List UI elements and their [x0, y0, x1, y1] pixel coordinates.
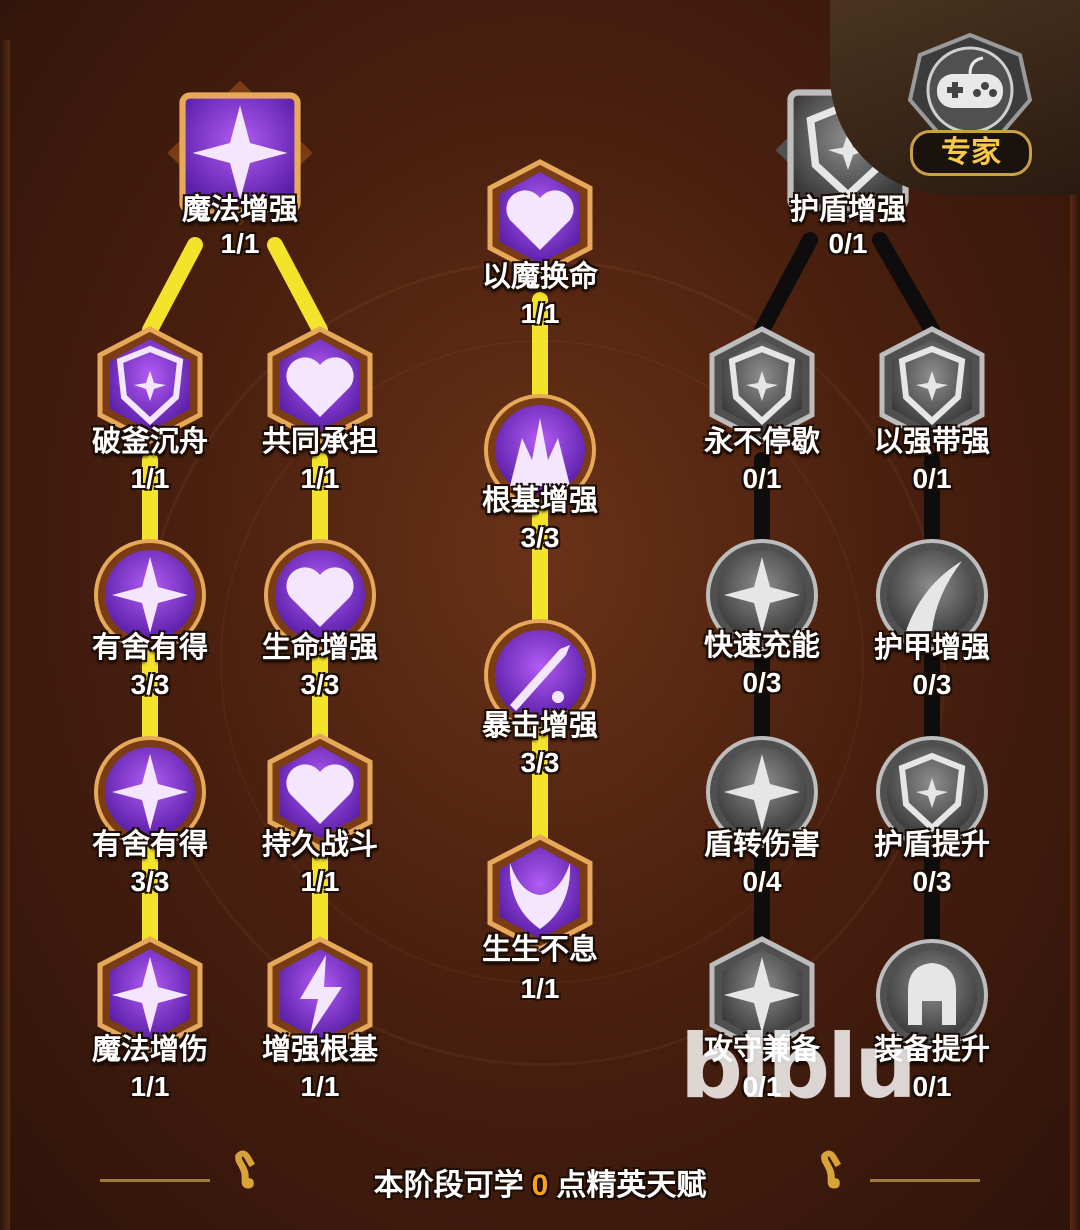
- talent-count: 0/4: [742, 866, 782, 897]
- talent-count: 0/1: [912, 463, 952, 494]
- talent-node-yiqiang-daiqiang[interactable]: 以强带强 0/1: [852, 325, 1012, 515]
- talent-node-genji-zengqiang[interactable]: 根基增强 3/3: [460, 390, 620, 580]
- difficulty-badge[interactable]: 专家: [830, 0, 1080, 195]
- talent-name: 增强根基: [261, 1034, 378, 1066]
- talent-name: 生生不息: [481, 934, 598, 966]
- talent-count: 3/3: [520, 747, 560, 778]
- talent-node-shengming-zengqiang[interactable]: 生命增强 3/3: [240, 535, 400, 725]
- talent-name: 护盾增强: [789, 194, 906, 226]
- talent-count: 1/1: [300, 1071, 340, 1102]
- talent-count: 0/3: [912, 866, 952, 897]
- talent-name: 生命增强: [261, 632, 378, 664]
- talent-count: 1/1: [130, 1071, 170, 1102]
- talent-node-baoji-zengqiang[interactable]: 暴击增强 3/3: [460, 615, 620, 805]
- talent-count: 1/1: [300, 463, 340, 494]
- available-points-text: 本阶段可学 0 点精英天赋: [0, 1160, 1080, 1204]
- talent-count: 3/3: [130, 669, 170, 700]
- talent-name: 共同承担: [261, 426, 378, 458]
- talent-count: 0/3: [912, 669, 952, 700]
- talent-node-pofu-chenzhou[interactable]: 破釜沉舟 1/1: [70, 325, 230, 515]
- footer: ໂ 本阶段可学 0 点精英天赋 ໂ: [0, 1150, 1080, 1210]
- gamepad-icon: [907, 32, 1033, 137]
- talent-count: 0/1: [742, 463, 782, 494]
- talent-count: 0/1: [828, 228, 868, 259]
- talent-name: 魔法增强: [181, 194, 298, 226]
- talent-count: 1/1: [520, 973, 560, 1004]
- talent-name: 以强带强: [873, 426, 990, 458]
- talent-node-kuaisu-chongneng[interactable]: 快速充能 0/3: [682, 535, 842, 725]
- footer-divider-right: [870, 1179, 980, 1182]
- talent-node-hudun-tisheng[interactable]: 护盾提升 0/3: [852, 732, 1012, 922]
- talent-tree-screen: 魔法增强 1/1 破釜沉舟 1/1 共同承担 1/1 有舍有得 3/3 生命增强…: [0, 0, 1080, 1230]
- talent-node-yongbu-tingxie[interactable]: 永不停歇 0/1: [682, 325, 842, 515]
- talent-count: 3/3: [300, 669, 340, 700]
- points-prefix: 本阶段可学: [373, 1169, 524, 1202]
- talent-node-hujia-zengqiang[interactable]: 护甲增强 0/3: [852, 535, 1012, 725]
- talent-node-mofa-zengshang[interactable]: 魔法增伤 1/1: [70, 935, 230, 1125]
- watermark: blblu: [680, 1015, 917, 1118]
- talent-name: 护盾提升: [873, 829, 990, 861]
- talent-node-dunzhuan-shanghai[interactable]: 盾转伤害 0/4: [682, 732, 842, 922]
- talent-node-yimo-huanming[interactable]: 以魔换命 1/1: [460, 158, 620, 348]
- points-value: 0: [531, 1169, 549, 1202]
- talent-node-youshe-youde-1[interactable]: 有舍有得 3/3: [70, 535, 230, 725]
- talent-node-gongtong-chengdan[interactable]: 共同承担 1/1: [240, 325, 400, 515]
- talent-name: 以魔换命: [481, 261, 598, 293]
- talent-name: 持久战斗: [261, 829, 378, 861]
- talent-name: 根基增强: [481, 485, 598, 517]
- talent-count: 1/1: [130, 463, 170, 494]
- talent-count: 3/3: [520, 522, 560, 553]
- talent-name: 暴击增强: [481, 710, 598, 742]
- talent-node-youshe-youde-2[interactable]: 有舍有得 3/3: [70, 732, 230, 922]
- talent-count: 3/3: [130, 866, 170, 897]
- badge-label: 专家: [910, 130, 1032, 176]
- talent-node-chijiu-zhandou[interactable]: 持久战斗 1/1: [240, 732, 400, 922]
- talent-name: 护甲增强: [873, 632, 990, 664]
- talent-count: 0/3: [742, 667, 782, 698]
- points-suffix: 点精英天赋: [556, 1169, 707, 1202]
- talent-count: 1/1: [520, 298, 560, 329]
- talent-node-mofa-zengqiang[interactable]: 魔法增强 1/1: [160, 78, 320, 268]
- swirl-ornament-icon: ໂ: [822, 1153, 844, 1197]
- talent-count: 1/1: [300, 866, 340, 897]
- talent-count: 1/1: [220, 228, 260, 259]
- talent-node-shengsheng-buxi[interactable]: 生生不息 1/1: [460, 833, 620, 1023]
- talent-node-zengqiang-genji[interactable]: 增强根基 1/1: [240, 935, 400, 1125]
